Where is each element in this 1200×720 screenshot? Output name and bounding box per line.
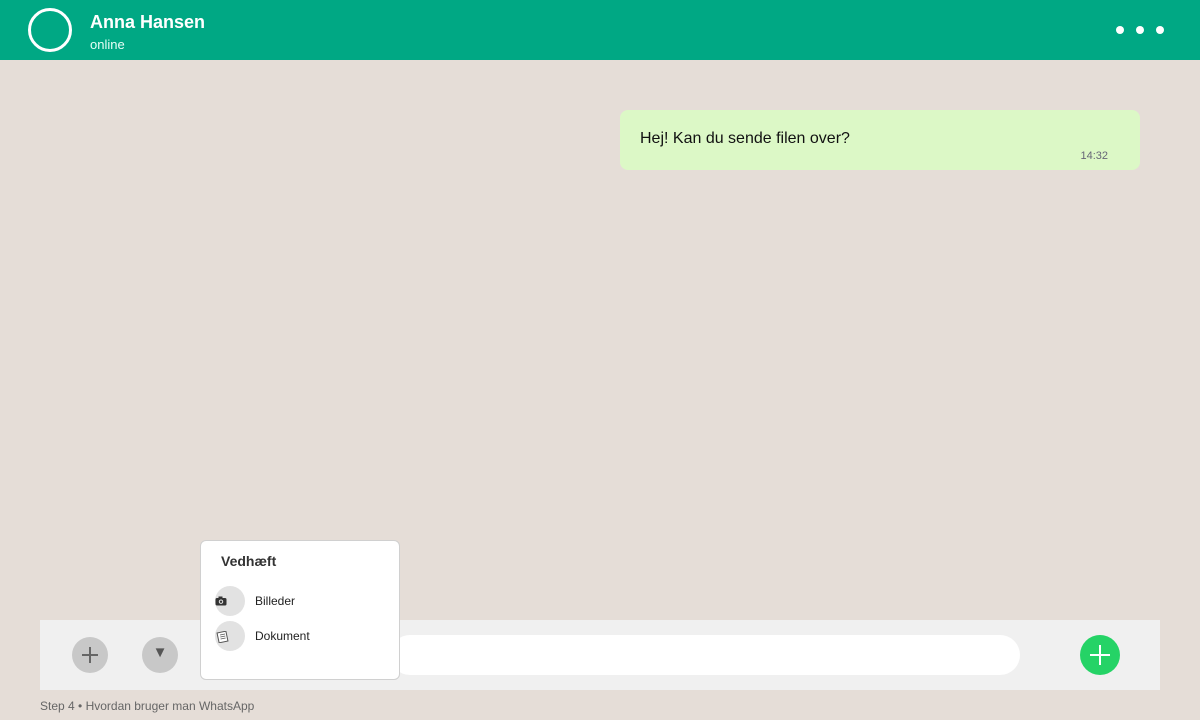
attach-item-label: Dokument (255, 629, 310, 643)
send-button[interactable] (1080, 635, 1120, 675)
attach-item-document[interactable]: Dokument (215, 621, 395, 651)
attach-item-images[interactable]: Billeder (215, 586, 395, 616)
more-options-button[interactable] (1108, 18, 1172, 42)
document-icon (215, 621, 245, 651)
expand-button[interactable]: ▼ (142, 637, 178, 673)
message-text: Hej! Kan du sende filen over? (640, 130, 850, 147)
contact-name: Anna Hansen (90, 12, 206, 32)
more-horizontal-icon (1116, 26, 1124, 34)
add-button[interactable] (72, 637, 108, 673)
avatar[interactable] (28, 8, 72, 52)
message-time: 14:32 (1080, 150, 1108, 162)
attach-item-label: Billeder (255, 594, 296, 608)
message-input[interactable] (390, 635, 1020, 675)
outgoing-message-bubble: Hej! Kan du sende filen over? 14:32 (620, 110, 1140, 170)
chat-header: Anna Hansen online (0, 0, 1200, 60)
attach-menu: Vedhæft Billeder Dokument (200, 540, 400, 680)
camera-icon (215, 586, 245, 616)
more-horizontal-icon (1136, 26, 1144, 34)
contact-status: online (90, 37, 125, 52)
more-horizontal-icon (1156, 26, 1164, 34)
step-caption: Step 4 • Hvordan bruger man WhatsApp (40, 699, 255, 713)
chevron-down-icon: ▼ (152, 644, 168, 661)
attach-menu-title: Vedhæft (221, 553, 277, 569)
